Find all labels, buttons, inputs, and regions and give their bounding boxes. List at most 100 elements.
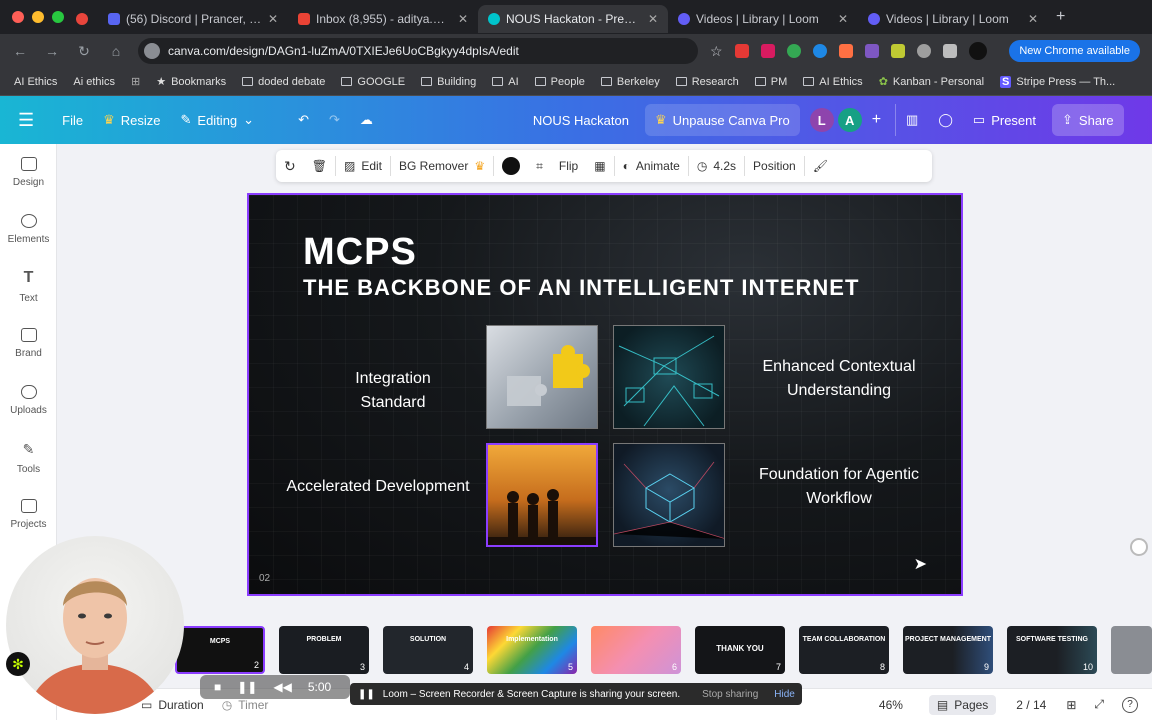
extension-icon[interactable] xyxy=(838,44,853,58)
color-picker-button[interactable] xyxy=(494,150,528,182)
sidebar-item-uploads[interactable]: Uploads xyxy=(0,372,57,429)
adblock-extension-icon[interactable] xyxy=(734,44,749,58)
menu-icon[interactable]: ☰ xyxy=(0,104,44,136)
extension-icon[interactable] xyxy=(916,44,931,58)
page-thumbnail[interactable]: TEAM COLLABORATION 8 xyxy=(799,626,889,674)
data-cube-image[interactable] xyxy=(613,443,725,547)
bookmark-folder[interactable]: Berkeley xyxy=(600,76,660,88)
redo-icon[interactable]: ↷ xyxy=(319,104,350,136)
editing-mode-button[interactable]: ✎ Editing ⌄ xyxy=(171,104,265,136)
url-field[interactable]: canva.com/design/DAGn1-luZmA/0TXIEJe6UoC… xyxy=(138,38,698,64)
bg-remover-button[interactable]: BG Remover ♛ xyxy=(391,150,493,182)
insights-icon[interactable]: ▥ xyxy=(895,104,928,136)
bookmark-folder[interactable]: AI Ethics xyxy=(803,76,863,88)
bookmark-star-icon[interactable]: ☆ xyxy=(710,43,723,60)
edit-image-button[interactable]: ▨ Edit xyxy=(336,150,390,182)
bookmark-link[interactable]: S Stripe Press — Th... xyxy=(1000,75,1115,88)
page-thumbnail[interactable]: Implementation 5 xyxy=(487,626,577,674)
page-thumbnail[interactable]: PROBLEM 3 xyxy=(279,626,369,674)
transparency-icon[interactable]: ▦ xyxy=(586,150,613,182)
bookmark-folder[interactable]: AI xyxy=(492,76,519,88)
animate-button[interactable]: ◐ Animate xyxy=(615,150,688,182)
extensions-puzzle-icon[interactable] xyxy=(942,44,957,58)
browser-tab-loom[interactable]: Videos | Library | Loom ✕ xyxy=(858,5,1048,33)
browser-tab-discord[interactable]: (56) Discord | Prancer, Lars, ✕ xyxy=(98,5,288,33)
fullscreen-icon[interactable]: ⤢ xyxy=(1094,697,1104,712)
avatar[interactable]: A xyxy=(837,108,862,132)
network-image[interactable] xyxy=(613,325,725,429)
sidebar-item-elements[interactable]: Elements xyxy=(0,201,57,258)
profile-avatar[interactable] xyxy=(968,42,987,60)
restart-icon[interactable]: ◀◀ xyxy=(273,680,291,694)
close-tab-icon[interactable]: ✕ xyxy=(838,12,848,26)
browser-tab[interactable] xyxy=(70,5,98,33)
close-tab-icon[interactable]: ✕ xyxy=(268,12,278,26)
browser-tab-gmail[interactable]: Inbox (8,955) - aditya.mehta... ✕ xyxy=(288,5,478,33)
loom-icon[interactable]: ✻ xyxy=(6,652,30,676)
forward-icon[interactable]: → xyxy=(42,43,62,59)
duration-button[interactable]: ◷ 4.2s xyxy=(689,150,744,182)
slide-canvas[interactable]: MCPS THE BACKBONE OF AN INTELLIGENT INTE… xyxy=(247,193,963,596)
page-thumbnail[interactable] xyxy=(1111,626,1152,674)
pause-icon[interactable]: ❚❚ xyxy=(237,680,257,694)
crop-icon[interactable]: ⌗ xyxy=(528,150,551,182)
bookmark-folder[interactable]: GOOGLE xyxy=(341,76,405,88)
slide-subtitle[interactable]: THE BACKBONE OF AN INTELLIGENT INTERNET xyxy=(303,275,859,301)
page-counter[interactable]: 2 / 14 xyxy=(1016,698,1046,712)
sidebar-item-tools[interactable]: ✎ Tools xyxy=(0,429,57,486)
reload-icon[interactable]: ↻ xyxy=(74,43,94,60)
maximize-window-button[interactable] xyxy=(52,11,64,23)
hide-button[interactable]: Hide xyxy=(770,689,799,700)
bookmark-folder[interactable]: People xyxy=(534,76,585,88)
bookmark-link[interactable]: Ai ethics xyxy=(73,76,115,88)
apps-grid-icon[interactable]: ⊞ xyxy=(131,75,140,88)
label-enhanced-contextual[interactable]: Enhanced Contextual Understanding xyxy=(743,355,935,403)
design-title[interactable]: NOUS Hackaton xyxy=(523,104,639,136)
resize-button[interactable]: ♛ Resize xyxy=(93,104,170,136)
sidebar-item-design[interactable]: Design xyxy=(0,144,57,201)
stop-recording-icon[interactable]: ■ xyxy=(214,680,221,694)
bookmark-folder[interactable]: PM xyxy=(754,76,787,88)
delete-icon[interactable]: 🗑 xyxy=(304,150,335,182)
page-thumbnail[interactable]: MCPS 2 xyxy=(175,626,265,674)
extension-icon[interactable] xyxy=(760,44,775,58)
cloud-save-icon[interactable]: ☁ xyxy=(350,104,383,136)
zoom-level[interactable]: 46% xyxy=(879,698,903,712)
share-button[interactable]: ⇪ Share xyxy=(1052,104,1124,136)
label-agentic-workflow[interactable]: Foundation for Agentic Workflow xyxy=(739,463,939,511)
flip-button[interactable]: Flip xyxy=(551,150,586,182)
back-icon[interactable]: ← xyxy=(10,43,30,59)
browser-tab-canva[interactable]: NOUS Hackaton - Presen ✕ xyxy=(478,5,668,33)
close-tab-icon[interactable]: ✕ xyxy=(458,12,468,26)
slide-title[interactable]: MCPS xyxy=(303,231,417,274)
position-button[interactable]: Position xyxy=(745,150,804,182)
undo-icon[interactable]: ↶ xyxy=(288,104,319,136)
minimize-window-button[interactable] xyxy=(32,11,44,23)
pages-button[interactable]: ▤ Pages xyxy=(928,694,997,715)
rotate-icon[interactable]: ↻ xyxy=(276,150,304,182)
unpause-canva-pro-button[interactable]: ♛ Unpause Canva Pro xyxy=(644,104,800,136)
label-integration-standard[interactable]: Integration Standard xyxy=(333,367,453,415)
new-tab-icon[interactable]: + xyxy=(1056,8,1065,26)
file-menu-button[interactable]: File xyxy=(44,104,93,136)
avatar[interactable]: L xyxy=(809,108,834,132)
present-button[interactable]: ▭ Present xyxy=(963,104,1046,136)
label-accelerated-development[interactable]: Accelerated Development xyxy=(269,475,487,499)
sidebar-item-text[interactable]: T Text xyxy=(0,258,57,315)
timer-toggle[interactable]: ◷ Timer xyxy=(222,698,269,712)
bookmark-link[interactable]: ✿ Kanban - Personal xyxy=(879,75,984,89)
browser-tab-loom[interactable]: Videos | Library | Loom ✕ xyxy=(668,5,858,33)
grammarly-extension-icon[interactable] xyxy=(786,44,801,58)
page-thumbnail[interactable]: SOFTWARE TESTING 10 xyxy=(1007,626,1097,674)
duration-toggle[interactable]: ▭ Duration xyxy=(141,698,204,712)
close-window-button[interactable] xyxy=(12,11,24,23)
bookmark-link[interactable]: ★ Bookmarks xyxy=(156,75,226,89)
bookmark-folder[interactable]: Research xyxy=(675,76,739,88)
sidebar-item-projects[interactable]: Projects xyxy=(0,486,57,543)
loom-webcam-bubble[interactable] xyxy=(6,536,184,714)
stop-sharing-button[interactable]: Stop sharing xyxy=(698,689,762,700)
site-info-icon[interactable] xyxy=(144,43,160,59)
bookmark-link[interactable]: AI Ethics xyxy=(14,76,57,88)
extension-icon[interactable] xyxy=(890,44,905,58)
construction-sunset-image[interactable] xyxy=(486,443,598,547)
